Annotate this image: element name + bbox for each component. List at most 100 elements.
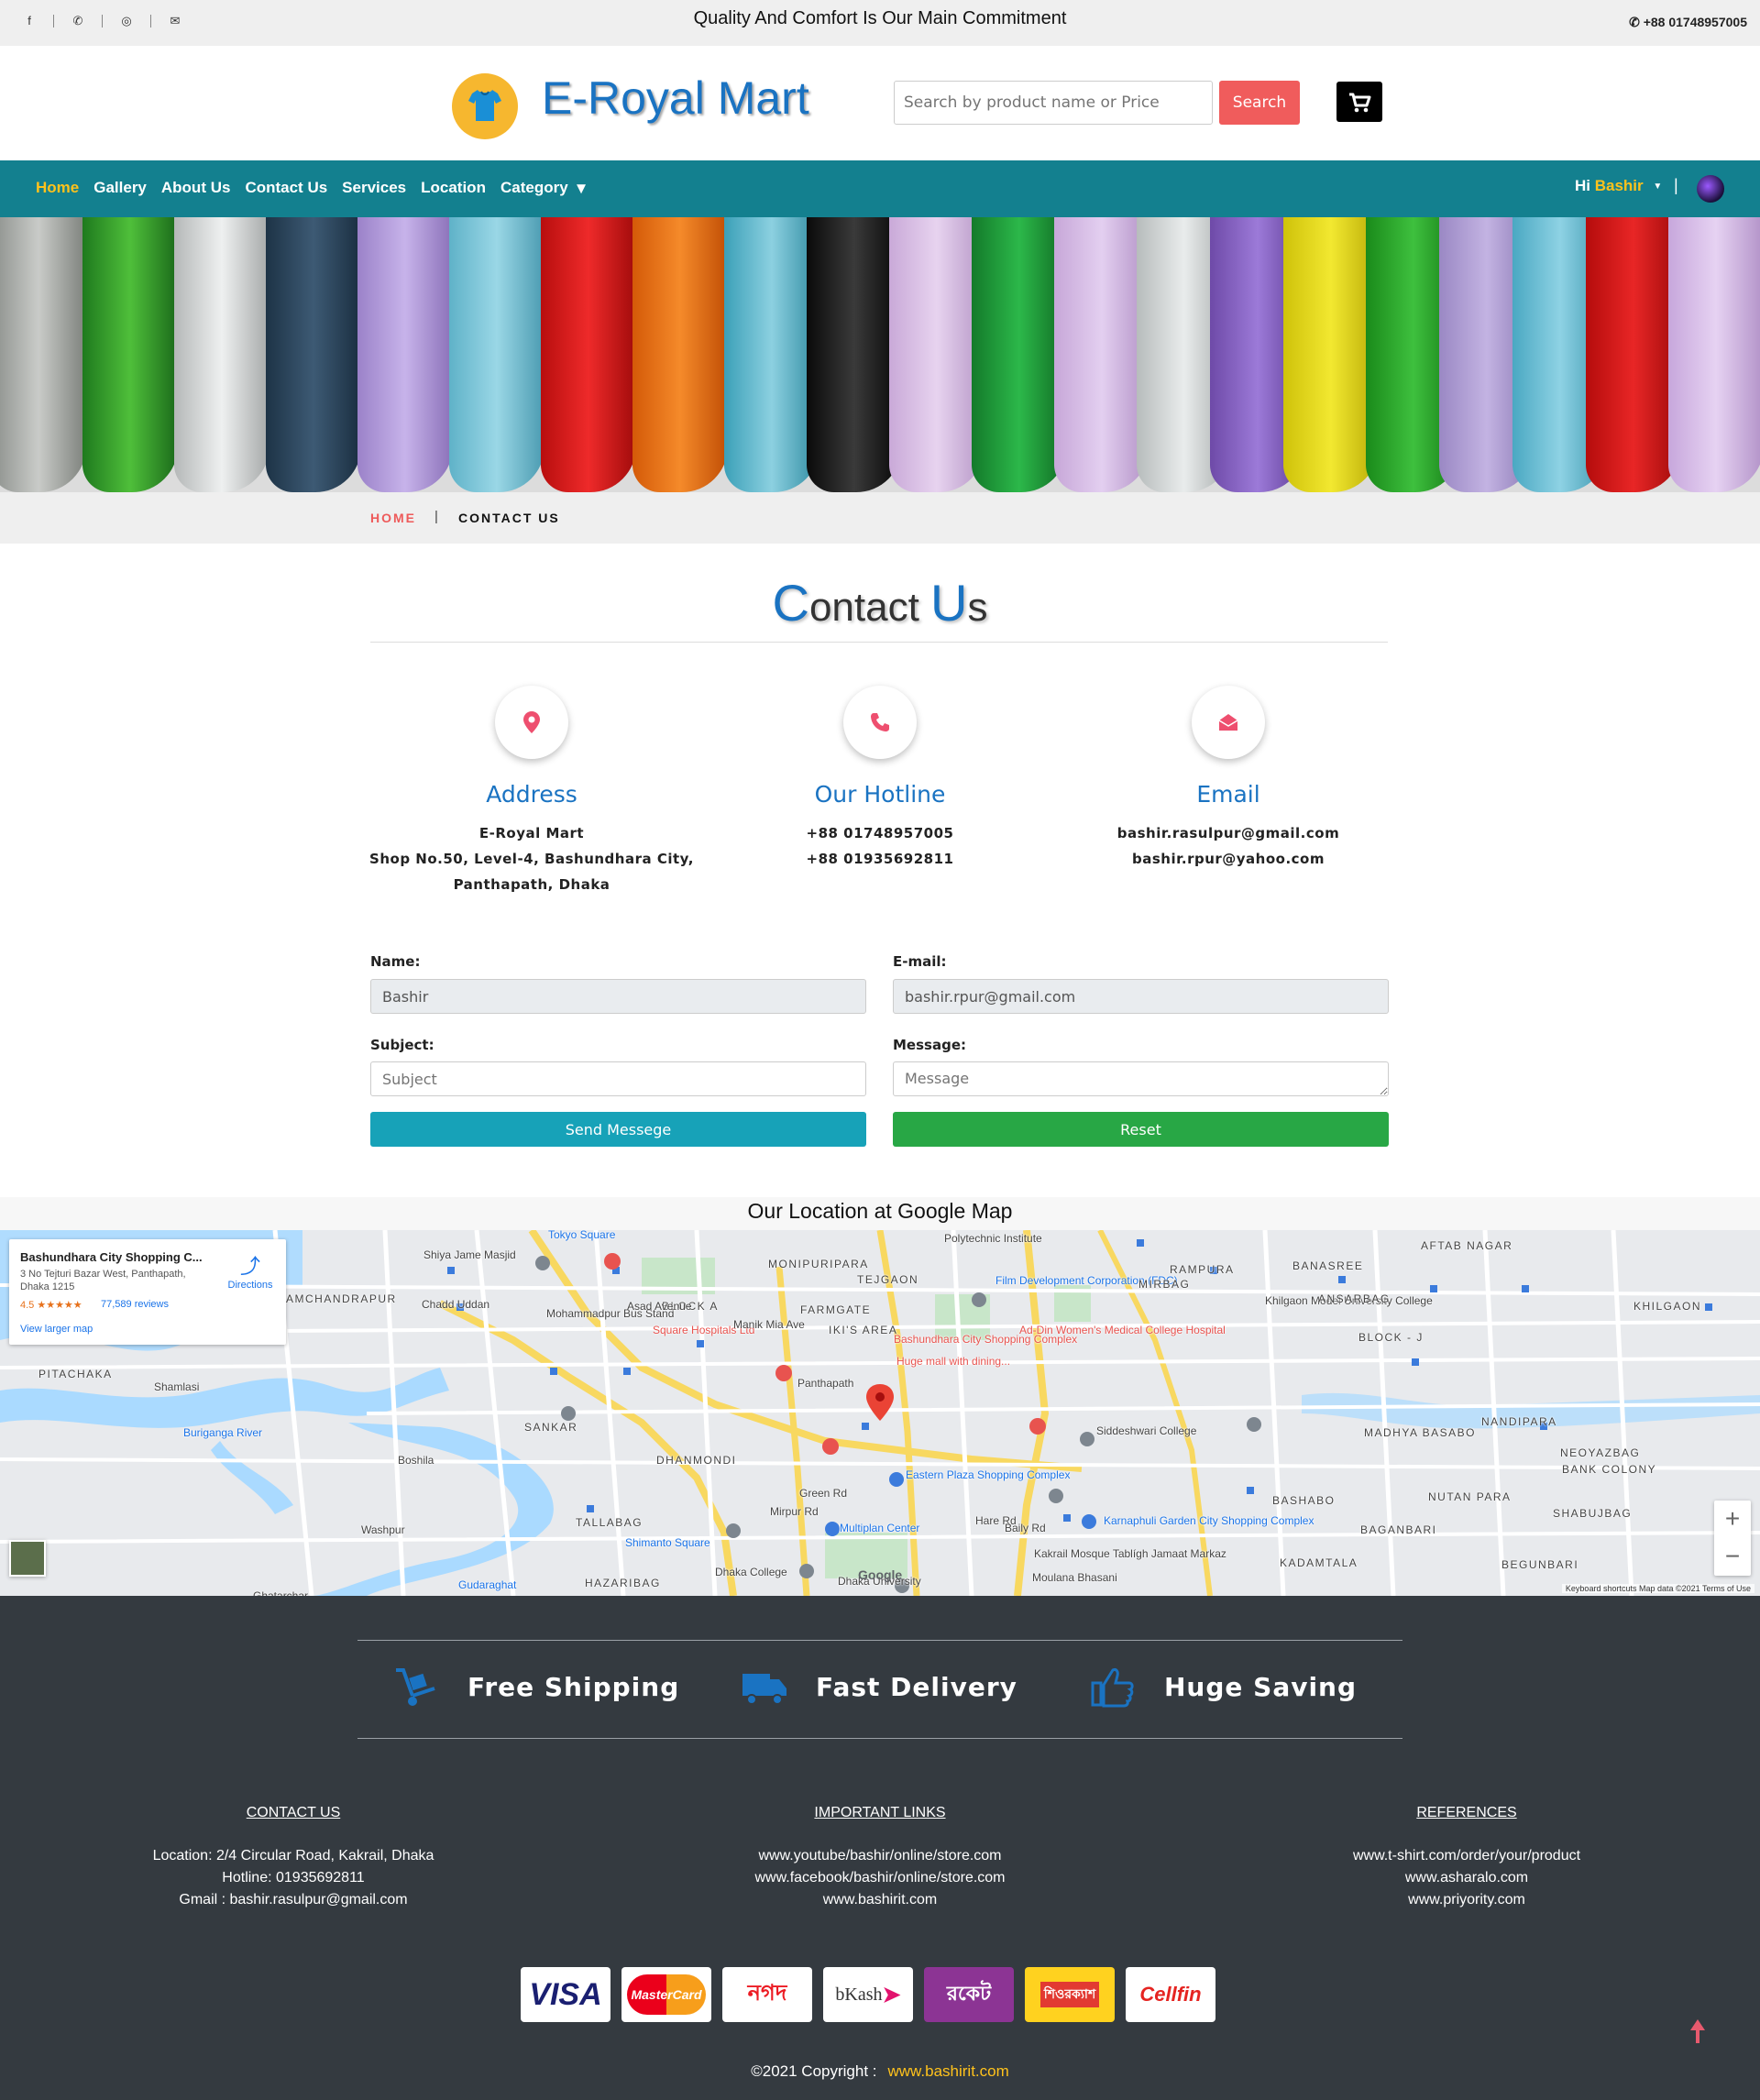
map-label: Baily Rd [1005, 1522, 1046, 1534]
hotline-number[interactable]: +88 01748957005 [706, 820, 1054, 846]
surecash-logo: শিওরক্যাশ [1025, 1967, 1115, 2022]
brand-name[interactable]: E-Royal Mart [542, 71, 809, 125]
phone-icon: ✆ [1629, 15, 1644, 29]
search-input[interactable] [894, 81, 1213, 125]
hotline-number[interactable]: +88 01935692811 [706, 846, 1054, 872]
cellfin-logo: Cellfin [1126, 1967, 1216, 2022]
cart-button[interactable] [1336, 82, 1382, 122]
logo[interactable] [452, 73, 518, 139]
map-label: Huge mall with dining... [896, 1355, 1011, 1368]
name-label: Name: [370, 953, 421, 970]
top-phone-number: +88 01748957005 [1643, 15, 1747, 29]
site-header: E-Royal Mart Search [0, 46, 1760, 160]
map-label: Polytechnic Institute [944, 1232, 1042, 1245]
email-field[interactable] [893, 979, 1389, 1014]
map-label: MONIPURIPARA [768, 1258, 869, 1270]
zoom-in-button[interactable]: + [1714, 1501, 1751, 1538]
top-phone: ✆ +88 01748957005 [1629, 15, 1747, 30]
subject-field[interactable] [370, 1061, 866, 1096]
search-button[interactable]: Search [1219, 81, 1300, 125]
hotline-block: Our Hotline +88 01748957005 +88 01935692… [706, 686, 1054, 872]
footer-link[interactable]: www.asharalo.com [1247, 1867, 1687, 1889]
footer-link[interactable]: www.youtube/bashir/online/store.com [660, 1845, 1100, 1867]
map-label: DHANMONDI [656, 1454, 737, 1467]
map-label: Mirpur Rd [770, 1505, 819, 1518]
feature-fast-delivery: Fast Delivery [741, 1665, 1018, 1709]
footer-link[interactable]: www.bashirit.com [660, 1889, 1100, 1911]
footer-link[interactable]: www.t-shirt.com/order/your/product [1247, 1845, 1687, 1867]
footer-link[interactable]: www.priyority.com [1247, 1889, 1687, 1911]
scroll-to-top-icon[interactable] [1688, 2018, 1707, 2045]
zoom-out-button[interactable]: − [1714, 1538, 1751, 1576]
bkash-logo: bKash ➤ [823, 1967, 913, 2022]
reset-button[interactable]: Reset [893, 1112, 1389, 1147]
title-part-2: s [967, 585, 988, 630]
map-label: Ghatarchar [253, 1589, 309, 1596]
email-address[interactable]: bashir.rpur@yahoo.com [1054, 846, 1402, 872]
map-label: Karnaphuli Garden City Shopping Complex [1104, 1514, 1314, 1527]
nav-item-location[interactable]: Location [421, 179, 486, 198]
nav-item-contact-us[interactable]: Contact Us [245, 179, 327, 198]
truck-icon [741, 1665, 788, 1709]
place-reviews-link[interactable]: 77,589 reviews [101, 1299, 169, 1310]
directions-button[interactable]: ⤴ Directions [218, 1250, 282, 1291]
phone-icon [843, 686, 917, 759]
copyright-link[interactable]: www.bashirit.com [888, 2062, 1009, 2080]
name-field[interactable] [370, 979, 866, 1014]
nav-item-home[interactable]: Home [36, 179, 79, 198]
tshirt-logo-icon [468, 90, 501, 121]
map-label: MADHYA BASABO [1364, 1426, 1476, 1439]
view-larger-map-link[interactable]: View larger map [20, 1324, 93, 1335]
nav-item-category[interactable]: Category ▼ [500, 179, 589, 198]
satellite-toggle[interactable] [9, 1540, 46, 1577]
send-message-button[interactable]: Send Messege [370, 1112, 866, 1147]
avatar[interactable] [1697, 175, 1724, 203]
map-label: SANKAR [524, 1421, 578, 1434]
dolly-icon [392, 1665, 440, 1709]
map-place-card: Bashundhara City Shopping C... 3 No Tejt… [9, 1239, 286, 1345]
visa-logo: VISA [521, 1967, 610, 2022]
copyright: ©2021 Copyright : www.bashirit.com [0, 2062, 1760, 2081]
nav-item-about-us[interactable]: About Us [161, 179, 231, 198]
zoom-controls: + − [1714, 1501, 1751, 1576]
footer-link[interactable]: www.facebook/bashir/online/store.com [660, 1867, 1100, 1889]
nav-item-gallery[interactable]: Gallery [94, 179, 147, 198]
map-label: Ad-Din Women's Medical College Hospital [1019, 1324, 1226, 1336]
map-label: KHILGAON [1634, 1300, 1702, 1313]
map-label: Green Rd [799, 1487, 848, 1500]
nav-item-services[interactable]: Services [342, 179, 406, 198]
google-logo: Google [858, 1567, 903, 1582]
title-cap-u: U [930, 574, 968, 632]
map-label: BLOCK - J [1358, 1331, 1424, 1344]
map-label: Shimanto Square [625, 1536, 710, 1549]
address-line: Panthapath, Dhaka [453, 876, 610, 893]
map-label: AMCHANDRAPUR [286, 1292, 397, 1305]
feature-label: Huge Saving [1164, 1671, 1358, 1702]
map-label: Chadd Uddan [422, 1298, 490, 1311]
message-field[interactable] [893, 1061, 1389, 1096]
title-cap-c: C [772, 574, 809, 632]
feature-huge-saving: Huge Saving [1089, 1665, 1357, 1709]
map-marker-icon [495, 686, 568, 759]
footer-heading: CONTACT US [246, 1805, 341, 1820]
nagad-logo: নগদ [722, 1967, 812, 2022]
email-address[interactable]: bashir.rasulpur@gmail.com [1054, 820, 1402, 846]
map-label: BAGANBARI [1360, 1523, 1437, 1536]
breadcrumb-current: CONTACT US [458, 511, 560, 525]
email-block: Email bashir.rasulpur@gmail.com bashir.r… [1054, 686, 1402, 872]
page-title: Contact Us [0, 573, 1760, 632]
site-footer: Free Shipping Fast Delivery Huge Saving … [0, 1596, 1760, 2100]
breadcrumb-home[interactable]: HOME [370, 511, 416, 525]
map-attribution[interactable]: Keyboard shortcuts Map data ©2021 Terms … [1561, 1584, 1754, 1593]
cart-icon [1349, 93, 1371, 113]
hero-banner [0, 217, 1760, 492]
map-label: TALLABAG [576, 1516, 644, 1529]
user-menu[interactable]: Hi Bashir ▼ [1575, 177, 1662, 195]
footer-heading: IMPORTANT LINKS [814, 1805, 946, 1820]
google-map[interactable]: Tokyo Square Shiya Jame Masjid MONIPURIPAR… [0, 1230, 1760, 1596]
map-label: Eastern Plaza Shopping Complex [906, 1468, 1071, 1481]
divider [370, 642, 1388, 643]
map-label: TEJGAON [857, 1273, 919, 1286]
map-label: PITACHAKA [38, 1368, 113, 1380]
map-label: NUTAN PARA [1428, 1490, 1512, 1503]
